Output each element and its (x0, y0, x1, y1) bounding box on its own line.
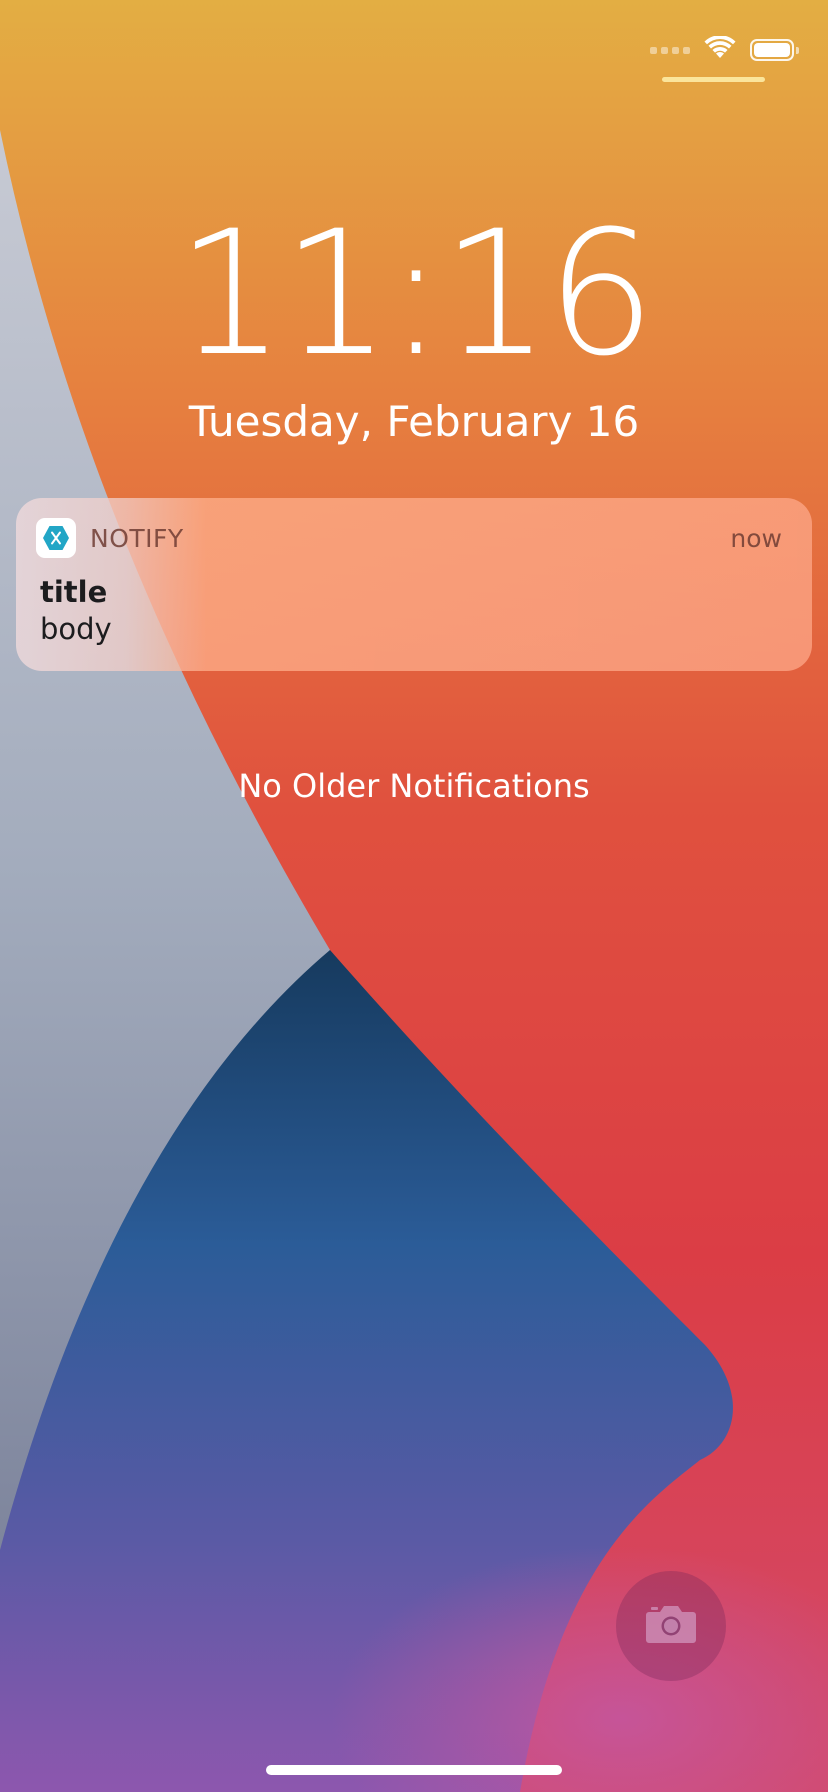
lock-screen: 11:16 Tuesday, February 16 NOTIFY now ti… (0, 0, 828, 1792)
wifi-icon (704, 35, 736, 64)
notification-app-name: NOTIFY (90, 523, 184, 553)
control-center-indicator[interactable] (662, 77, 765, 82)
camera-button[interactable] (616, 1571, 726, 1681)
no-older-notifications-label: No Older Notifications (238, 767, 590, 805)
notification-card[interactable]: NOTIFY now title body (16, 498, 812, 671)
notification-title: title (40, 575, 108, 609)
lock-screen-time: 11:16 (176, 193, 656, 394)
status-bar (650, 35, 799, 64)
home-indicator[interactable] (266, 1765, 562, 1775)
battery-icon (750, 39, 799, 61)
notification-time: now (730, 523, 782, 553)
cellular-signal-icon (650, 46, 690, 54)
notification-body: body (40, 612, 112, 646)
xamarin-app-icon (36, 518, 76, 558)
camera-icon (645, 1604, 697, 1648)
notification-header: NOTIFY now (36, 518, 782, 558)
lock-screen-date: Tuesday, February 16 (188, 397, 640, 446)
